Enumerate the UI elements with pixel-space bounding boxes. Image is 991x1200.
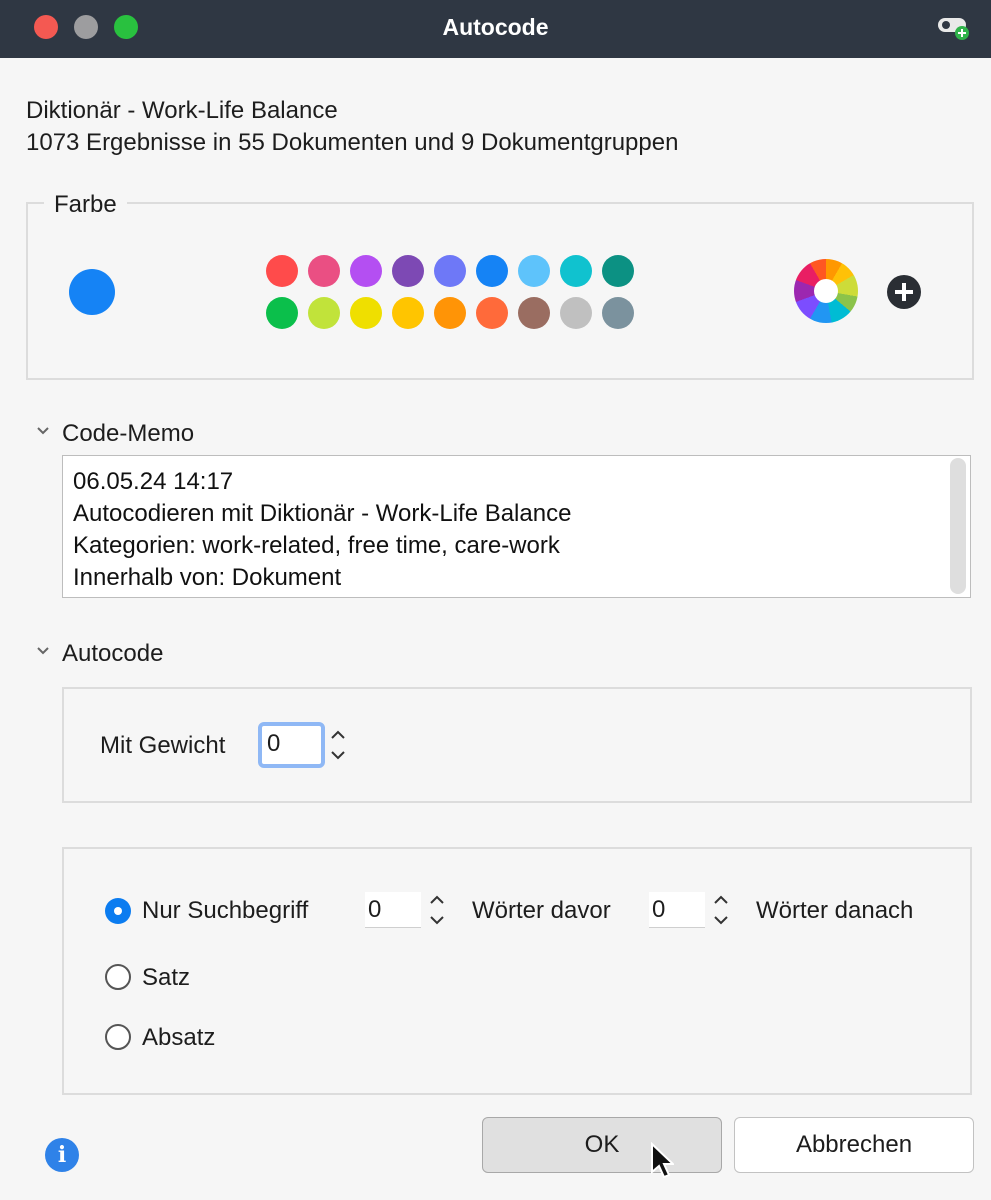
color-swatch[interactable] [392,297,424,329]
radio-sentence[interactable] [105,964,131,990]
color-swatch[interactable] [350,297,382,329]
memo-line: Innerhalb von: Dokument [73,564,342,591]
code-memo-label: Code-Memo [62,420,195,447]
code-memo-header[interactable]: Code-Memo [36,420,194,448]
dictionary-title: Diktionär - Work-Life Balance [26,97,338,124]
color-swatch[interactable] [476,255,508,287]
scope-group [62,847,972,1095]
words-after-input[interactable]: 0 [649,892,705,928]
words-after-stepper[interactable] [710,887,732,933]
autocode-label: Autocode [62,640,164,667]
radio-paragraph[interactable] [105,1024,131,1050]
words-before-input[interactable]: 0 [365,892,421,928]
words-before-label: Wörter davor [472,897,611,924]
color-swatch[interactable] [392,255,424,287]
weight-input[interactable]: 0 [258,722,325,768]
words-after-label: Wörter danach [756,897,914,924]
chevron-down-icon [37,426,49,435]
current-color-preview [69,269,115,315]
color-swatch[interactable] [560,255,592,287]
cancel-button[interactable]: Abbrechen [734,1117,974,1173]
color-swatch[interactable] [518,297,550,329]
window-title: Autocode [442,14,549,40]
color-swatch[interactable] [266,255,298,287]
color-swatch[interactable] [434,255,466,287]
color-wheel-icon[interactable] [794,259,858,323]
color-swatch[interactable] [602,255,634,287]
memo-scrollbar[interactable] [950,458,966,594]
color-swatch[interactable] [602,297,634,329]
mouse-cursor-icon [651,1142,674,1179]
chevron-down-icon [37,646,49,655]
title-bar: Autocode [0,0,991,58]
memo-line: Autocodieren mit Diktionär - Work-Life B… [73,500,572,527]
color-swatch[interactable] [560,297,592,329]
radio-search-term[interactable] [105,898,131,924]
memo-line: 06.05.24 14:17 [73,468,234,495]
memo-line: Kategorien: work-related, free time, car… [73,532,560,559]
color-group-label: Farbe [44,191,127,219]
weight-label: Mit Gewicht [100,732,226,759]
radio-search-term-label: Nur Suchbegriff [142,897,309,924]
info-icon[interactable]: i [45,1138,79,1172]
color-swatch[interactable] [308,255,340,287]
color-swatch[interactable] [266,297,298,329]
autocode-header[interactable]: Autocode [36,640,163,668]
radio-sentence-label: Satz [142,964,191,991]
add-color-button[interactable] [887,275,921,309]
color-swatch[interactable] [518,255,550,287]
toggle-add-icon[interactable] [937,15,971,41]
code-memo-textarea[interactable]: 06.05.24 14:17 Autocodieren mit Diktionä… [62,455,971,598]
weight-stepper[interactable] [327,722,349,768]
color-swatch[interactable] [308,297,340,329]
color-swatch[interactable] [476,297,508,329]
ok-button[interactable]: OK [482,1117,722,1173]
words-before-stepper[interactable] [426,887,448,933]
results-summary: 1073 Ergebnisse in 55 Dokumenten und 9 D… [26,129,679,156]
radio-paragraph-label: Absatz [142,1024,216,1051]
color-swatch[interactable] [434,297,466,329]
color-swatch[interactable] [350,255,382,287]
